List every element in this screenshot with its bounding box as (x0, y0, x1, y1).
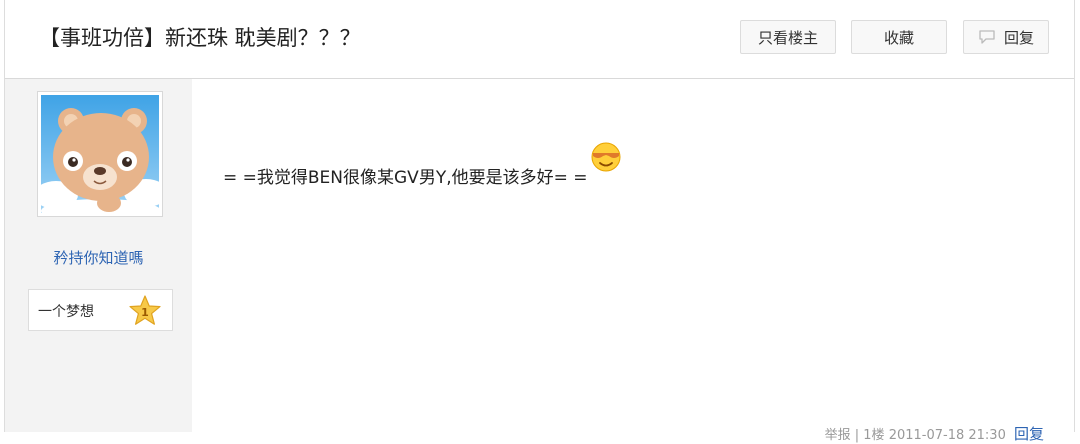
author-sidebar: 矜持你知道嗎 一个梦想 1 (5, 79, 192, 432)
favorite-label: 收藏 (883, 28, 914, 47)
only-author-button[interactable]: 只看楼主 (740, 20, 836, 54)
cool-face-emoji-icon (590, 141, 622, 178)
author-title-label: 一个梦想 (38, 304, 94, 320)
reply-label: 回复 (1003, 28, 1034, 47)
post-reply-link[interactable]: 回复 (1014, 425, 1044, 443)
post-meta: 举报 | 1楼 2011-07-18 21:30 回复 (825, 423, 1044, 444)
avatar[interactable] (37, 91, 163, 217)
post-content: = =我觉得BEN很像某GV男Y,他要是该多好= = (223, 142, 622, 188)
thread-header: 【事班功倍】新还珠 耽美剧？？？ 只看楼主 收藏 回复 (5, 0, 1074, 79)
author-username[interactable]: 矜持你知道嗎 (5, 247, 192, 268)
speech-bubble-icon (978, 29, 996, 45)
level-number: 1 (141, 306, 149, 319)
post-frame: 【事班功倍】新还珠 耽美剧？？？ 只看楼主 收藏 回复 矜持你知道嗎 一个梦想 … (4, 0, 1075, 443)
post-text: = =我觉得BEN很像某GV男Y,他要是该多好= = (223, 168, 588, 188)
thread-title: 【事班功倍】新还珠 耽美剧？？？ (39, 26, 361, 50)
only-author-label: 只看楼主 (757, 28, 818, 47)
reply-button[interactable]: 回复 (963, 20, 1049, 54)
favorite-button[interactable]: 收藏 (851, 20, 947, 54)
post-meta-text: 举报 | 1楼 2011-07-18 21:30 (824, 428, 1006, 443)
author-title-badge: 一个梦想 1 (28, 289, 173, 331)
bear-avatar-image (41, 95, 159, 213)
star-badge-icon: 1 (128, 294, 162, 332)
